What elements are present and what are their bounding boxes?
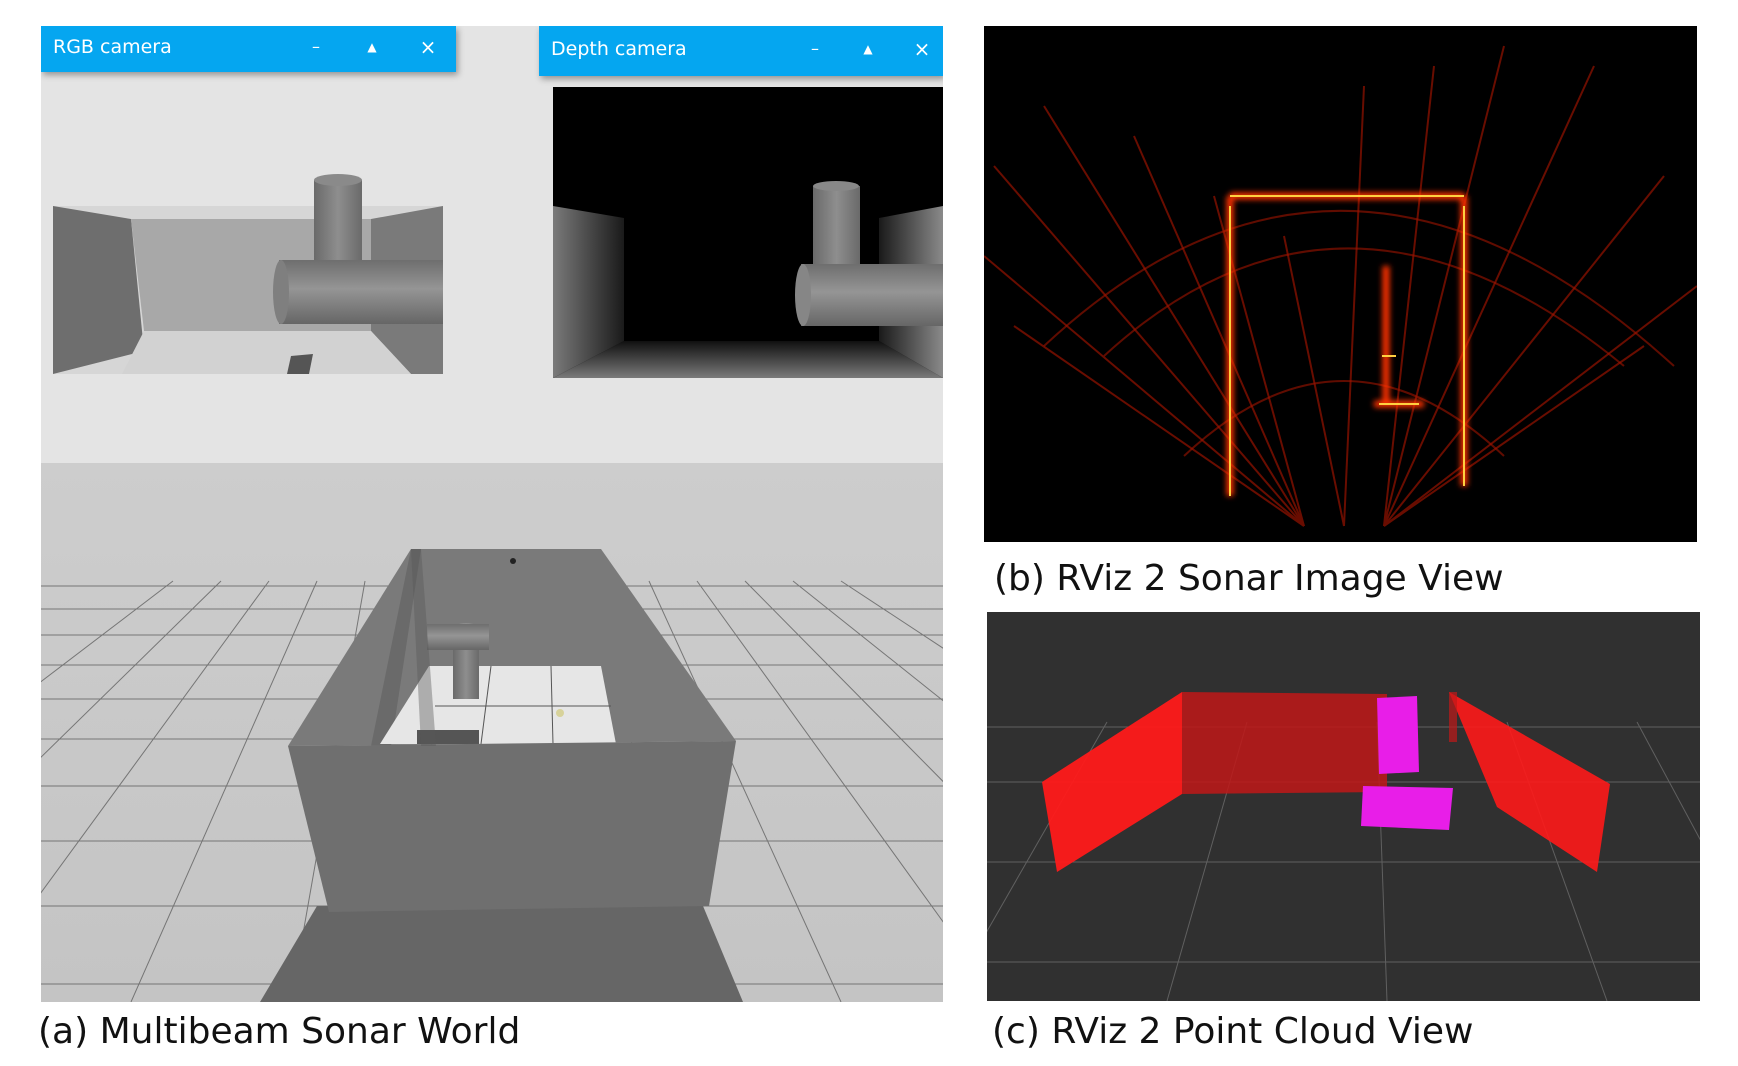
depth-camera-image <box>553 87 943 378</box>
close-icon[interactable]: × <box>911 36 933 62</box>
depth-camera-window-titlebar[interactable]: Depth camera – ▲ × <box>539 26 943 76</box>
sonar-beams <box>984 45 1697 527</box>
caption-a: (a) Multibeam Sonar World <box>38 1011 521 1052</box>
world-scene <box>41 26 943 1002</box>
rgb-camera-title: RGB camera <box>53 36 172 58</box>
close-icon[interactable]: × <box>417 34 439 60</box>
minimize-icon[interactable]: – <box>305 34 327 60</box>
sonar-image <box>984 45 1697 527</box>
caption-c: (c) RViz 2 Point Cloud View <box>992 1011 1474 1052</box>
depth-camera-title: Depth camera <box>551 38 687 60</box>
caption-b: (b) RViz 2 Sonar Image View <box>994 558 1504 599</box>
maximize-icon[interactable]: ▲ <box>857 36 879 62</box>
point-cloud-scene <box>987 692 1700 1001</box>
point-cloud-walls <box>1042 692 1610 872</box>
sonar-image-view[interactable] <box>984 26 1697 542</box>
gazebo-world-view[interactable]: RGB camera – ▲ × Depth camera – ▲ × <box>41 26 943 1002</box>
point-cloud-view[interactable] <box>987 612 1700 1001</box>
rgb-camera-window-titlebar[interactable]: RGB camera – ▲ × <box>41 26 456 72</box>
maximize-icon[interactable]: ▲ <box>361 34 383 60</box>
minimize-icon[interactable]: – <box>804 36 826 62</box>
